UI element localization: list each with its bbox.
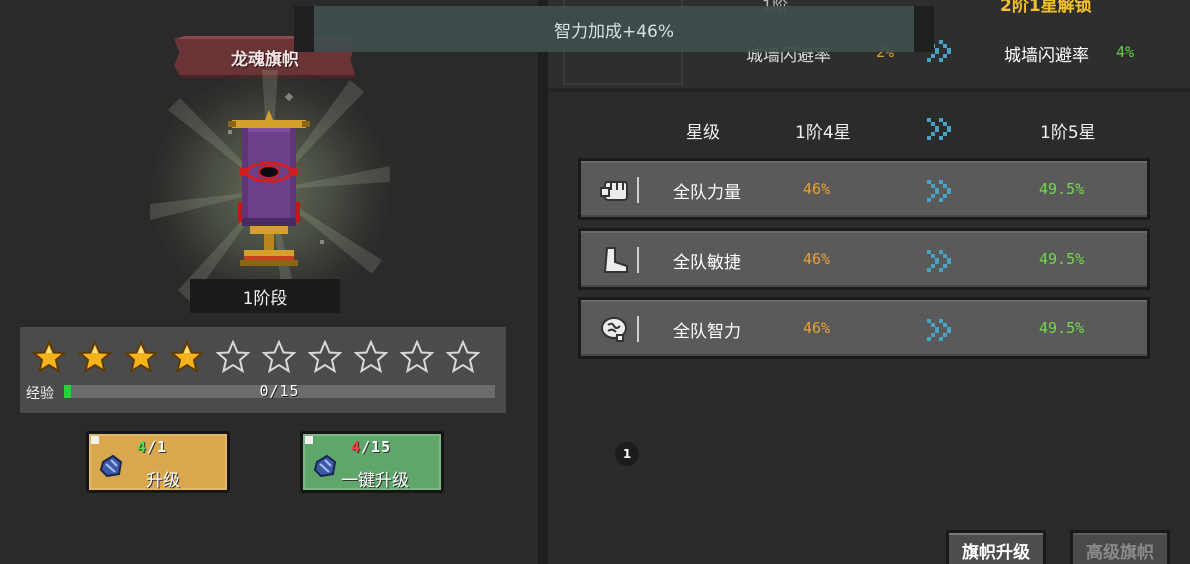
double-chevron-right-icon xyxy=(927,319,951,341)
stat-current-value: 46% xyxy=(803,180,831,198)
star-empty-icon xyxy=(262,340,296,374)
wall-dodge-next-value: 4% xyxy=(1116,43,1135,61)
stat-name: 全队敏捷 xyxy=(673,253,741,273)
stat-next-value: 49.5% xyxy=(1039,319,1085,337)
boot-icon xyxy=(603,247,628,273)
star-rating xyxy=(32,340,492,374)
one-click-upgrade-button[interactable]: 4/15 一键升级 xyxy=(300,431,444,493)
unlock-requirement: 2阶1星解锁 xyxy=(1000,0,1092,16)
upgrade-button-label: 升级 xyxy=(146,471,180,491)
one-click-cost-have: 4 xyxy=(351,438,362,456)
star-filled-icon xyxy=(124,340,158,374)
double-chevron-right-icon xyxy=(927,250,951,272)
star-level-current: 1阶4星 xyxy=(795,123,851,143)
upgrade-button[interactable]: 4/1 升级 xyxy=(86,431,230,493)
star-filled-icon xyxy=(78,340,112,374)
wall-dodge-next-label: 城墙闪避率 xyxy=(1004,46,1089,66)
star-empty-icon xyxy=(216,340,250,374)
upgrade-cost-need: /1 xyxy=(147,438,168,456)
one-click-cost: 4/15 xyxy=(351,438,441,456)
star-filled-icon xyxy=(32,340,66,374)
star-level-next: 1阶5星 xyxy=(1040,123,1096,143)
stat-row-strength: 全队力量 46% 49.5% xyxy=(578,158,1150,220)
fist-icon xyxy=(600,181,628,201)
tab-banner-upgrade[interactable]: 旗帜升级 xyxy=(946,530,1046,564)
experience-label: 经验 xyxy=(26,386,54,402)
star-level-header: 星级 xyxy=(686,123,720,143)
one-click-upgrade-label: 一键升级 xyxy=(341,471,409,491)
stat-next-value: 49.5% xyxy=(1039,250,1085,268)
upgrade-cost-have: 4 xyxy=(137,438,148,456)
stat-name: 全队力量 xyxy=(673,183,741,203)
stat-row-intelligence: 全队智力 46% 49.5% xyxy=(578,297,1150,359)
page-indicator[interactable]: 1 xyxy=(615,442,639,466)
upgrade-cost: 4/1 xyxy=(137,438,227,456)
experience-value: 0/15 xyxy=(259,382,300,400)
row-separator xyxy=(637,247,639,273)
bonus-toast: 智力加成+46% xyxy=(294,6,934,52)
corner-marker xyxy=(91,436,99,444)
row-separator xyxy=(637,177,639,203)
stat-name: 全队智力 xyxy=(673,322,741,342)
double-chevron-right-icon xyxy=(927,118,951,140)
star-empty-icon xyxy=(354,340,388,374)
stage-label: 1阶段 xyxy=(190,279,340,313)
stat-row-agility: 全队敏捷 46% 49.5% xyxy=(578,228,1150,290)
tab-advanced-banner[interactable]: 高级旗帜 xyxy=(1070,530,1170,564)
stat-current-value: 46% xyxy=(803,250,831,268)
stat-next-value: 49.5% xyxy=(1039,180,1085,198)
panel-divider xyxy=(538,0,548,564)
dragon-soul-banner-image xyxy=(228,110,310,266)
star-empty-icon xyxy=(400,340,434,374)
one-click-cost-need: /15 xyxy=(361,438,392,456)
corner-marker xyxy=(305,436,313,444)
stat-current-value: 46% xyxy=(803,319,831,337)
row-separator xyxy=(637,316,639,342)
star-empty-icon xyxy=(308,340,342,374)
star-empty-icon xyxy=(446,340,480,374)
brain-icon xyxy=(601,317,627,342)
star-filled-icon xyxy=(170,340,204,374)
double-chevron-right-icon xyxy=(927,180,951,202)
